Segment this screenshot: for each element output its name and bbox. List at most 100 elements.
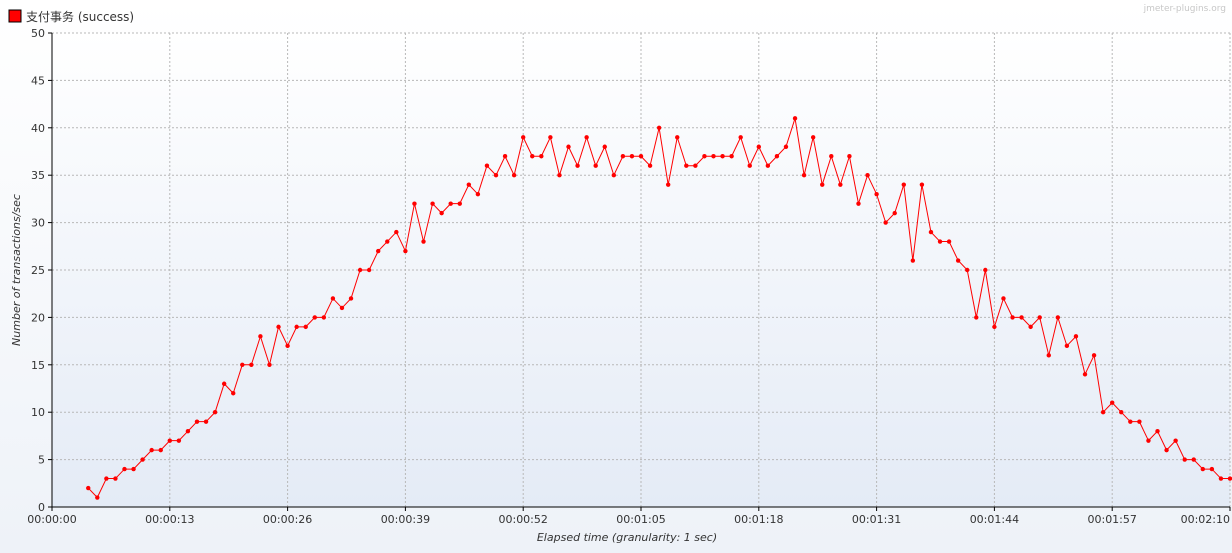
x-tick-label: 00:01:31 [852, 513, 901, 526]
data-point [502, 154, 508, 159]
data-point [430, 201, 435, 206]
data-point [376, 248, 381, 254]
y-tick-label: 25 [31, 264, 45, 277]
data-point [448, 201, 453, 206]
legend-label: 支付事务 (success) [26, 9, 134, 24]
y-tick-label: 10 [31, 406, 45, 419]
data-point [439, 210, 444, 216]
data-point [303, 324, 308, 330]
data-point [910, 258, 916, 263]
data-point [1155, 428, 1160, 434]
data-point [466, 182, 472, 187]
data-point [1191, 457, 1196, 462]
data-point [1137, 419, 1142, 424]
data-point [521, 135, 526, 140]
data-point [1209, 466, 1215, 472]
y-tick-label: 5 [38, 454, 45, 467]
legend: 支付事务 (success) [8, 9, 134, 24]
data-point [656, 125, 662, 130]
data-point [901, 182, 906, 187]
data-point [203, 419, 209, 424]
data-point [167, 438, 172, 443]
data-point [720, 154, 725, 159]
data-point [1146, 438, 1151, 443]
x-tick-label: 00:01:05 [616, 513, 665, 526]
data-point [285, 343, 290, 349]
data-point [847, 154, 852, 159]
data-point [1073, 334, 1079, 339]
x-tick-label: 00:02:10 [1181, 513, 1230, 526]
data-point [629, 154, 635, 159]
x-tick-label: 00:00:39 [381, 513, 430, 526]
data-point [747, 163, 752, 168]
data-point [484, 163, 490, 168]
data-point [366, 267, 372, 273]
data-point [530, 154, 535, 159]
data-point [1055, 315, 1061, 320]
data-point [792, 116, 798, 121]
data-point [1037, 315, 1042, 320]
data-point [892, 210, 897, 216]
x-tick-label: 00:01:44 [970, 513, 1019, 526]
data-point [221, 381, 227, 386]
data-point [675, 135, 680, 140]
data-point [1028, 324, 1033, 330]
data-point [149, 447, 154, 453]
data-point [321, 315, 327, 320]
data-point [856, 201, 861, 206]
y-tick-label: 50 [31, 27, 45, 40]
data-point [557, 173, 562, 178]
data-point [1046, 353, 1051, 358]
data-point [765, 163, 771, 168]
data-point [965, 267, 970, 273]
data-point [1019, 315, 1024, 320]
data-point [702, 154, 707, 159]
data-point [421, 239, 426, 244]
transactions-per-second-chart: 支付事务 (success) jmeter-plugins.org 051015… [0, 0, 1232, 553]
data-point [1164, 447, 1169, 453]
data-point [838, 182, 843, 187]
data-point [539, 154, 544, 159]
data-point [620, 154, 626, 159]
data-point [729, 154, 734, 159]
data-point [829, 154, 834, 159]
y-tick-label: 45 [31, 74, 45, 87]
x-tick-label: 00:00:26 [263, 513, 312, 526]
data-point [874, 191, 879, 197]
data-point [1100, 410, 1106, 415]
data-point [566, 144, 571, 149]
data-point [955, 258, 961, 263]
x-tick-label: 00:01:18 [734, 513, 783, 526]
data-point [212, 410, 218, 415]
data-point [348, 296, 354, 301]
data-point [158, 447, 163, 453]
x-tick-label: 00:00:13 [145, 513, 194, 526]
data-point [1010, 315, 1015, 320]
y-tick-label: 40 [31, 122, 45, 135]
data-point [1119, 410, 1124, 415]
data-point [113, 476, 118, 481]
chart-panel: 支付事务 (success) jmeter-plugins.org 0 5 10 15… [0, 0, 1232, 553]
data-point [1173, 438, 1178, 443]
data-point [593, 163, 598, 168]
data-point [974, 315, 979, 320]
data-point [647, 163, 653, 168]
data-point [185, 428, 191, 434]
data-point [1218, 476, 1224, 481]
data-point [665, 182, 671, 187]
data-point [131, 466, 136, 472]
data-point [820, 182, 825, 187]
data-point [1128, 419, 1133, 424]
data-point [339, 305, 345, 311]
data-point [983, 267, 988, 273]
data-point [457, 201, 462, 206]
x-tick-label: 00:00:00 [27, 513, 76, 526]
data-point [801, 173, 807, 178]
x-tick-label: 00:01:57 [1087, 513, 1136, 526]
data-point [267, 362, 272, 367]
data-point [946, 239, 952, 244]
data-point [548, 135, 553, 140]
data-point [1227, 476, 1232, 481]
data-point [312, 315, 317, 320]
data-point [240, 362, 245, 367]
